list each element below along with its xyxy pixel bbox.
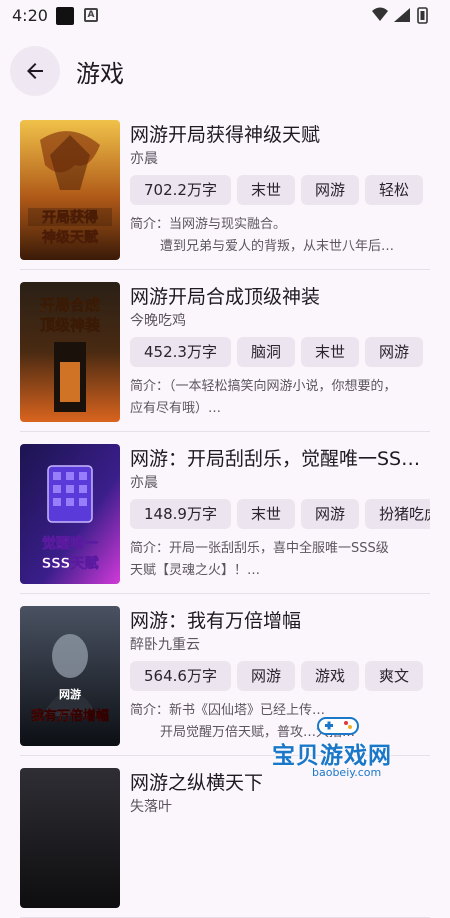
book-title: 网游：开局刮刮乐，觉醒唯一SSS级天赋: [130, 448, 430, 470]
tag-chip[interactable]: 末世: [300, 337, 359, 367]
book-synopsis: 简介：开局一张刮刮乐，喜中全服唯一SSS级 天赋【灵魂之火】！…: [130, 538, 430, 582]
cover-title-line2: SSS天赋: [42, 555, 99, 572]
watermark-url: baobeiy.com: [312, 766, 382, 779]
synopsis-line: 遭到兄弟与爱人的背叛，从末世八年后…: [160, 239, 395, 254]
watermark-logo: 宝贝游戏网 baobeiy.com: [266, 714, 436, 782]
book-synopsis: 简介：当网游与现实融合。 遭到兄弟与爱人的背叛，从末世八年后…: [130, 214, 430, 258]
tag-row: 452.3万字 脑洞 末世 网游: [130, 337, 430, 369]
tag-chip[interactable]: 末世: [236, 175, 295, 205]
system-icons: [372, 7, 428, 24]
gamepad-icon: [317, 717, 359, 735]
book-cover: 觉醒唯一 SSS天赋: [20, 444, 120, 584]
cover-title-line1: 觉醒唯一: [42, 535, 98, 552]
tag-row: 148.9万字末世网游扮猪吃虎: [130, 499, 430, 531]
book-cover: [20, 768, 120, 908]
notification-icon: [56, 7, 74, 25]
app-bar: 游戏: [0, 42, 450, 106]
book-title: 网游开局获得神级天赋: [130, 124, 321, 146]
watermark-text: 宝贝游戏网: [272, 743, 392, 769]
synopsis-line: 简介：当网游与现实融合。: [130, 217, 287, 232]
book-author: 亦晨: [130, 475, 158, 491]
tag-chip[interactable]: 网游: [300, 499, 359, 529]
tag-chip[interactable]: 爽文: [364, 661, 423, 691]
cover-title-line2: 顶级神装: [40, 316, 101, 334]
synopsis-line: 简介：（一本轻松搞笑向网游小说，你想要的，: [130, 379, 397, 394]
signal-icon: [394, 8, 410, 22]
tag-row: 702.2万字 末世 网游 轻松: [130, 175, 430, 207]
cover-title-line2: 神级天赋: [42, 229, 98, 246]
tag-chip[interactable]: 网游: [236, 661, 295, 691]
synopsis-line: 应有尽有哦）…: [130, 401, 222, 416]
word-count-chip[interactable]: 564.6万字: [130, 661, 231, 691]
word-count-chip[interactable]: 702.2万字: [130, 175, 231, 205]
tag-chip[interactable]: 扮猪吃虎: [364, 499, 430, 529]
cover-title-line2: 我有万倍增幅: [31, 708, 109, 724]
cover-title-line1: 网游: [59, 687, 81, 701]
synopsis-line: 天赋【灵魂之火】！…: [130, 563, 261, 578]
tag-chip[interactable]: 网游: [364, 337, 423, 367]
synopsis-line: 简介：开局一张刮刮乐，喜中全服唯一SSS级: [130, 541, 389, 556]
tag-chip[interactable]: 轻松: [364, 175, 423, 205]
cover-title-line1: 开局获得: [42, 209, 98, 226]
book-cover: 开局合成 顶级神装: [20, 282, 120, 422]
book-author: 醉卧九重云: [130, 637, 200, 653]
book-synopsis: 简介：（一本轻松搞笑向网游小说，你想要的， 应有尽有哦）…: [130, 376, 430, 420]
wifi-icon: [372, 7, 388, 21]
book-cover: 网游 我有万倍增幅: [20, 606, 120, 746]
status-bar: 4:20 A: [0, 0, 450, 30]
tag-row: 564.6万字 网游 游戏 爽文: [130, 661, 430, 693]
tag-chip[interactable]: 网游: [300, 175, 359, 205]
tag-chip[interactable]: 脑洞: [236, 337, 295, 367]
tag-chip[interactable]: 末世: [236, 499, 295, 529]
book-item[interactable]: 开局合成 顶级神装 网游开局合成顶级神装 今晚吃鸡 452.3万字 脑洞 末世 网游 …: [0, 270, 450, 432]
book-author: 亦晨: [130, 151, 158, 167]
a-notification-icon: A: [84, 8, 98, 22]
status-time: 4:20: [12, 6, 48, 25]
arrow-back-icon: [27, 63, 43, 79]
book-author: 今晚吃鸡: [130, 313, 186, 329]
book-cover: 开局获得 神级天赋: [20, 120, 120, 260]
word-count-chip[interactable]: 148.9万字: [130, 499, 231, 529]
cover-title-line1: 开局合成: [40, 296, 100, 314]
book-author: 失落叶: [130, 799, 172, 815]
word-count-chip[interactable]: 452.3万字: [130, 337, 231, 367]
back-button[interactable]: [10, 46, 60, 96]
page-title: 游戏: [76, 60, 124, 88]
book-item[interactable]: 觉醒唯一 SSS天赋 网游：开局刮刮乐，觉醒唯一SSS级天赋 亦晨 148.9万…: [0, 432, 450, 594]
book-title: 网游开局合成顶级神装: [130, 286, 321, 308]
tag-chip[interactable]: 游戏: [300, 661, 359, 691]
book-item[interactable]: 开局获得 神级天赋 网游开局获得神级天赋 亦晨 702.2万字 末世 网游 轻松 简介…: [0, 108, 450, 270]
book-list: 开局获得 神级天赋 网游开局获得神级天赋 亦晨 702.2万字 末世 网游 轻松 简介…: [0, 108, 450, 918]
book-title: 网游：我有万倍增幅: [130, 610, 302, 632]
